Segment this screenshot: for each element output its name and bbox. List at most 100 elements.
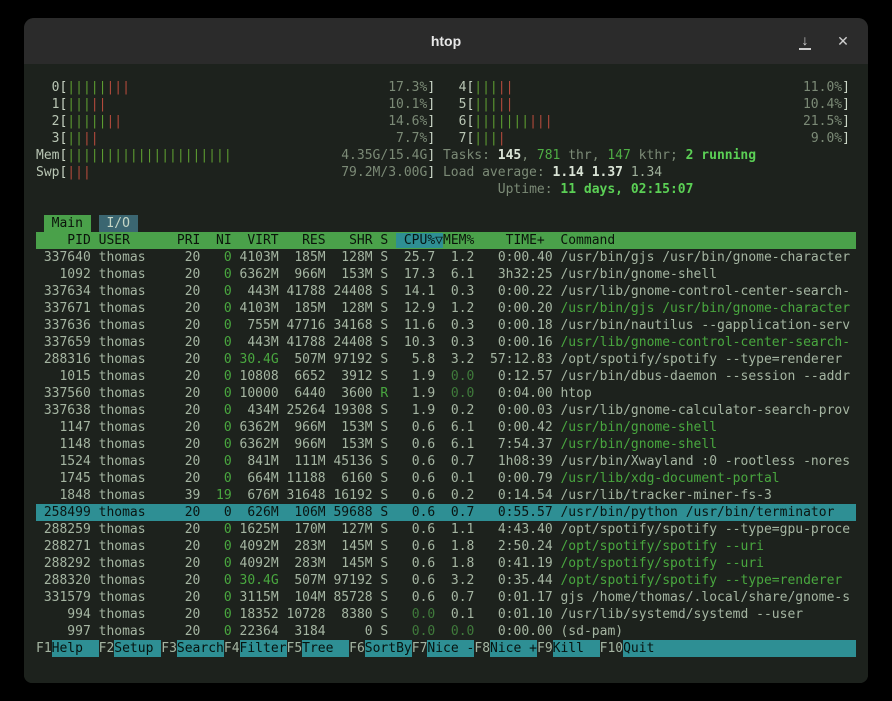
cell: 25264: [279, 403, 326, 418]
fkey-f8-label[interactable]: Nice +: [490, 640, 537, 657]
process-row-337640[interactable]: 337640 thomas 20 0 4103M 185M 128M S 25.…: [36, 249, 856, 266]
cell: 841M: [232, 454, 279, 469]
cell: 0:00.22: [474, 284, 552, 299]
cpu-meter-2-label: 2: [36, 113, 59, 130]
close-icon[interactable]: ✕: [834, 33, 852, 49]
process-row-1092[interactable]: 1092 thomas 20 0 6362M 966M 153M S 17.3 …: [36, 266, 856, 283]
cell: /usr/bin/gjs /usr/bin/gnome-character: [553, 250, 850, 265]
fkey-f7-label[interactable]: Nice -: [427, 640, 474, 657]
process-row-331579[interactable]: 331579 thomas 20 0 3115M 104M 85728 S 0.…: [36, 589, 856, 606]
process-row-1015[interactable]: 1015 thomas 20 0 10808 6652 3912 S 1.9 0…: [36, 368, 856, 385]
fkey-f10[interactable]: F10: [600, 640, 623, 657]
process-row-337638[interactable]: 337638 thomas 20 0 434M 25264 19308 S 1.…: [36, 402, 856, 419]
fkey-f4-label[interactable]: Filter: [240, 640, 287, 657]
fkey-f5-label[interactable]: Tree: [302, 640, 349, 657]
fkey-f9[interactable]: F9: [537, 640, 553, 657]
fkey-f2[interactable]: F2: [99, 640, 115, 657]
process-row-288320[interactable]: 288320 thomas 20 0 30.4G 507M 97192 S 0.…: [36, 572, 856, 589]
process-row-337636[interactable]: 337636 thomas 20 0 755M 47716 34168 S 11…: [36, 317, 856, 334]
swap-meter: Swp[|||79.2M/3.00G]: [36, 164, 435, 181]
process-row-1524[interactable]: 1524 thomas 20 0 841M 111M 45136 S 0.6 0…: [36, 453, 856, 470]
process-row-337659[interactable]: 337659 thomas 20 0 443M 41788 24408 S 10…: [36, 334, 856, 351]
cell: 0.6: [388, 505, 435, 520]
cell: 4092M: [232, 539, 279, 554]
cell: 104M: [279, 590, 326, 605]
column-header-cpu[interactable]: CPU%▽: [396, 233, 443, 248]
cell: 443M: [232, 335, 279, 350]
process-row-288259[interactable]: 288259 thomas 20 0 1625M 170M 127M S 0.6…: [36, 521, 856, 538]
process-row-1848[interactable]: 1848 thomas 39 19 676M 31648 16192 S 0.6…: [36, 487, 856, 504]
cell: 20: [169, 267, 200, 282]
cell: 283M: [279, 539, 326, 554]
cell: 1.8: [435, 556, 474, 571]
cell: 507M: [279, 573, 326, 588]
process-row-288271[interactable]: 288271 thomas 20 0 4092M 283M 145M S 0.6…: [36, 538, 856, 555]
cell: htop: [553, 386, 592, 401]
fkey-f6-label[interactable]: SortBy: [365, 640, 412, 657]
process-row-337634[interactable]: 337634 thomas 20 0 443M 41788 24408 S 14…: [36, 283, 856, 300]
cell: 0.6: [388, 437, 435, 452]
cell: 47716: [279, 318, 326, 333]
cell: thomas: [91, 335, 169, 350]
process-row-288292[interactable]: 288292 thomas 20 0 4092M 283M 145M S 0.6…: [36, 555, 856, 572]
fkey-f9-label[interactable]: Kill: [553, 640, 600, 657]
cell: 966M: [279, 437, 326, 452]
cpu-meter-row-0: 0[||||||||17.3%]4[|||||11.0%]: [36, 79, 856, 96]
fkey-f8[interactable]: F8: [474, 640, 490, 657]
cell: 3115M: [232, 590, 279, 605]
uptime-segment: 11 days, 02:15:07: [560, 182, 693, 197]
download-icon[interactable]: ↓: [796, 32, 814, 50]
cell: 22364: [232, 624, 279, 639]
cell: 0: [200, 301, 231, 316]
cpu-meter-5-value: 10.4%: [803, 96, 842, 113]
fkey-f6[interactable]: F6: [349, 640, 365, 657]
process-row-337671[interactable]: 337671 thomas 20 0 4103M 185M 128M S 12.…: [36, 300, 856, 317]
column-headers-left[interactable]: PID USER PRI NI VIRT RES SHR S: [36, 233, 396, 248]
cell: 0: [200, 539, 231, 554]
cpu-meter-7-bar: ||||9.0%: [474, 130, 842, 147]
process-row-1147[interactable]: 1147 thomas 20 0 6362M 966M 153M S 0.6 6…: [36, 419, 856, 436]
fkey-f1[interactable]: F1: [36, 640, 52, 657]
process-row-1148[interactable]: 1148 thomas 20 0 6362M 966M 153M S 0.6 6…: [36, 436, 856, 453]
cell: 8380: [326, 607, 373, 622]
titlebar[interactable]: htop ↓ ✕: [24, 18, 868, 64]
cell: S: [373, 369, 389, 384]
cell: 0:00.40: [474, 250, 552, 265]
cell: 1.8: [435, 539, 474, 554]
load-segment: Load average:: [443, 165, 553, 180]
process-row-997[interactable]: 997 thomas 20 0 22364 3184 0 S 0.0 0.0 0…: [36, 623, 856, 640]
fkey-f10-label[interactable]: Quit: [623, 640, 670, 657]
tab-io[interactable]: I/O: [99, 215, 138, 232]
cell: 337671: [36, 301, 91, 316]
cell: 0:01.10: [474, 607, 552, 622]
fkey-f1-label[interactable]: Help: [52, 640, 99, 657]
cell: 0: [200, 267, 231, 282]
cell: 14.1: [388, 284, 435, 299]
cell: 6362M: [232, 437, 279, 452]
fkey-f3[interactable]: F3: [161, 640, 177, 657]
cell: 24408: [326, 284, 373, 299]
fkey-f2-label[interactable]: Setup: [114, 640, 161, 657]
process-row-288316[interactable]: 288316 thomas 20 0 30.4G 507M 97192 S 5.…: [36, 351, 856, 368]
cell: /opt/spotify/spotify --type=renderer: [553, 573, 843, 588]
cell: 153M: [326, 267, 373, 282]
load-segment: 1.37: [592, 165, 631, 180]
cell: /usr/bin/gnome-shell: [553, 267, 717, 282]
fkey-f4[interactable]: F4: [224, 640, 240, 657]
htop-screen: 0[||||||||17.3%]4[|||||11.0%]1[|||||10.1…: [24, 64, 868, 683]
process-row-258499[interactable]: 258499 thomas 20 0 626M 106M 59688 S 0.6…: [36, 504, 856, 521]
fkey-f3-label[interactable]: Search: [177, 640, 224, 657]
fkey-f5[interactable]: F5: [287, 640, 303, 657]
cell: 0: [200, 556, 231, 571]
tab-main[interactable]: Main: [44, 215, 91, 232]
column-headers-right[interactable]: MEM% TIME+ Command: [443, 233, 615, 248]
process-row-1745[interactable]: 1745 thomas 20 0 664M 11188 6160 S 0.6 0…: [36, 470, 856, 487]
process-row-337560[interactable]: 337560 thomas 20 0 10000 6440 3600 R 1.9…: [36, 385, 856, 402]
process-row-994[interactable]: 994 thomas 20 0 18352 10728 8380 S 0.0 0…: [36, 606, 856, 623]
meter-bar-segment: |||: [529, 114, 552, 129]
cell: 20: [169, 420, 200, 435]
cell: 20: [169, 471, 200, 486]
cpu-meter-4: 4[|||||11.0%]: [443, 79, 850, 96]
window-title: htop: [431, 33, 461, 49]
fkey-f7[interactable]: F7: [412, 640, 428, 657]
